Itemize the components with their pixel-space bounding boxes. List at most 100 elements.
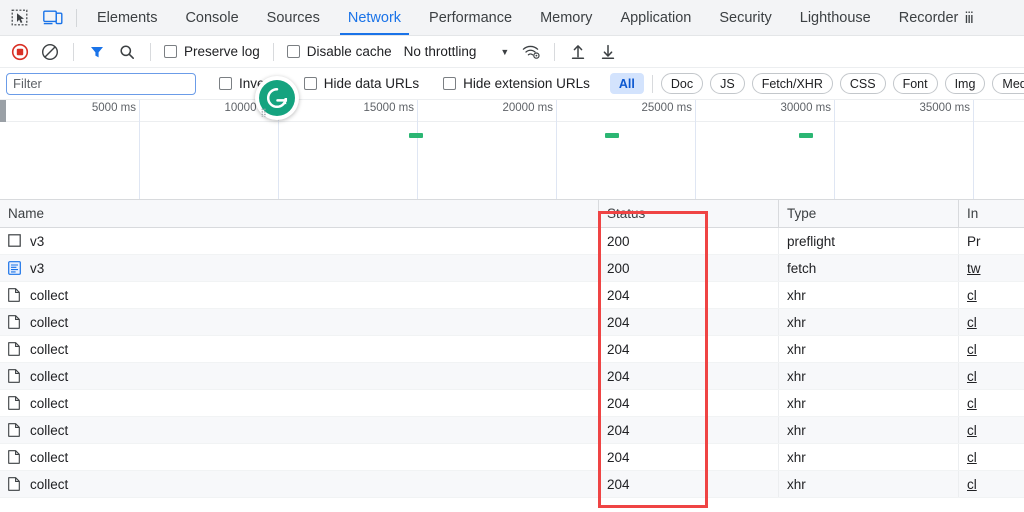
type-filter-img[interactable]: Img: [944, 73, 986, 94]
overview-window-grip[interactable]: [0, 100, 6, 122]
tab-lighthouse[interactable]: Lighthouse: [786, 0, 885, 35]
import-har-icon[interactable]: [564, 39, 592, 65]
filter-funnel-icon[interactable]: [83, 39, 111, 65]
type-filter-fetch-xhr[interactable]: Fetch/XHR: [751, 73, 833, 94]
checkbox-box: [219, 77, 232, 90]
initiator-value: Pr: [967, 233, 981, 249]
grammarly-badge-icon[interactable]: [255, 76, 299, 120]
table-row[interactable]: collect 204 xhr cl: [0, 282, 1024, 309]
request-name: collect: [30, 368, 69, 384]
cell-status: 204: [598, 444, 778, 470]
status-code: 204: [607, 314, 630, 330]
initiator-link[interactable]: cl: [967, 315, 977, 330]
device-toolbar-icon[interactable]: [40, 5, 66, 31]
tab-label: Lighthouse: [799, 9, 871, 26]
initiator-link[interactable]: cl: [967, 450, 977, 465]
search-icon[interactable]: [113, 39, 141, 65]
record-stop-icon[interactable]: [6, 39, 34, 65]
tab-sources[interactable]: Sources: [253, 0, 334, 35]
network-toolbar: Preserve log Disable cache No throttling…: [0, 36, 1024, 68]
type-filter-font[interactable]: Font: [892, 73, 938, 94]
inspect-element-icon[interactable]: [6, 5, 32, 31]
table-row[interactable]: collect 204 xhr cl: [0, 471, 1024, 498]
generic-document-icon: [8, 476, 22, 492]
type-filter-css[interactable]: CSS: [839, 73, 886, 94]
initiator-link[interactable]: cl: [967, 369, 977, 384]
tick-label: 15000 ms: [363, 102, 414, 114]
cell-initiator: cl: [958, 309, 1024, 335]
tab-performance[interactable]: Performance: [415, 0, 526, 35]
checkbox-box: [164, 45, 177, 58]
tab-memory[interactable]: Memory: [526, 0, 606, 35]
table-row[interactable]: collect 204 xhr cl: [0, 417, 1024, 444]
status-code: 204: [607, 395, 630, 411]
cell-name: v3: [0, 228, 598, 254]
preserve-log-checkbox[interactable]: Preserve log: [160, 44, 264, 59]
overview-request-bar: [409, 133, 423, 138]
cell-initiator: Pr: [958, 228, 1024, 254]
tab-console[interactable]: Console: [171, 0, 252, 35]
column-header-type[interactable]: Type: [778, 200, 958, 227]
status-code: 204: [607, 287, 630, 303]
type-filter-media[interactable]: Med: [992, 73, 1024, 94]
hide-extension-urls-label: Hide extension URLs: [463, 76, 590, 91]
request-name: collect: [30, 395, 69, 411]
column-header-name[interactable]: Name: [0, 200, 598, 227]
initiator-link[interactable]: cl: [967, 423, 977, 438]
throttling-select[interactable]: No throttling ▼: [398, 44, 516, 59]
type-filter-label: Med: [1002, 76, 1024, 91]
table-row[interactable]: v3 200 preflight Pr: [0, 228, 1024, 255]
column-header-status[interactable]: Status: [598, 200, 778, 227]
initiator-link[interactable]: cl: [967, 342, 977, 357]
type-filter-divider: [651, 74, 653, 93]
table-row[interactable]: collect 204 xhr cl: [0, 390, 1024, 417]
cell-status: 204: [598, 282, 778, 308]
cell-type: xhr: [778, 471, 958, 497]
tab-elements[interactable]: Elements: [83, 0, 171, 35]
request-name: collect: [30, 422, 69, 438]
request-type: xhr: [787, 368, 806, 384]
tab-application[interactable]: Application: [606, 0, 705, 35]
initiator-link[interactable]: tw: [967, 261, 981, 276]
wifi-settings-icon[interactable]: [517, 39, 545, 65]
type-filter-label: All: [618, 76, 635, 91]
initiator-link[interactable]: cl: [967, 288, 977, 303]
cell-type: xhr: [778, 417, 958, 443]
export-har-icon[interactable]: [594, 39, 622, 65]
request-name: collect: [30, 449, 69, 465]
clear-network-log-icon[interactable]: [36, 39, 64, 65]
initiator-link[interactable]: cl: [967, 477, 977, 492]
table-row[interactable]: v3 200 fetch tw: [0, 255, 1024, 282]
hide-extension-urls-checkbox[interactable]: Hide extension URLs: [439, 76, 594, 91]
status-code: 200: [607, 260, 630, 276]
table-row[interactable]: collect 204 xhr cl: [0, 309, 1024, 336]
tab-security[interactable]: Security: [705, 0, 785, 35]
hide-data-urls-checkbox[interactable]: Hide data URLs: [300, 76, 423, 91]
request-type: xhr: [787, 314, 806, 330]
toolbar-divider-4: [554, 42, 556, 61]
type-filter-label: Img: [954, 76, 976, 91]
type-filter-all[interactable]: All: [609, 73, 644, 94]
cell-name: collect: [0, 417, 598, 443]
table-row[interactable]: collect 204 xhr cl: [0, 363, 1024, 390]
table-row[interactable]: collect 204 xhr cl: [0, 336, 1024, 363]
throttling-value: No throttling: [403, 44, 477, 59]
grammarly-drag-handle-icon[interactable]: [261, 108, 266, 117]
column-header-initiator[interactable]: In: [958, 200, 1024, 227]
tab-recorder[interactable]: Recorder ⅲ: [885, 0, 988, 35]
type-filter-doc[interactable]: Doc: [660, 73, 704, 94]
tab-network[interactable]: Network: [334, 0, 415, 35]
type-filter-js[interactable]: JS: [710, 73, 745, 94]
initiator-link[interactable]: cl: [967, 396, 977, 411]
tab-label: Sources: [266, 9, 320, 26]
network-overview-timeline[interactable]: 5000 ms 10000 ms 15000 ms 20000 ms 25000…: [0, 100, 1024, 200]
overview-tick: 15000 ms: [363, 100, 418, 199]
disable-cache-checkbox[interactable]: Disable cache: [283, 44, 396, 59]
tick-label: 25000 ms: [641, 102, 692, 114]
request-type: xhr: [787, 341, 806, 357]
cell-initiator: cl: [958, 363, 1024, 389]
filter-input[interactable]: [6, 72, 196, 95]
table-row[interactable]: collect 204 xhr cl: [0, 444, 1024, 471]
cell-status: 200: [598, 255, 778, 281]
column-header-label: Type: [787, 206, 817, 221]
